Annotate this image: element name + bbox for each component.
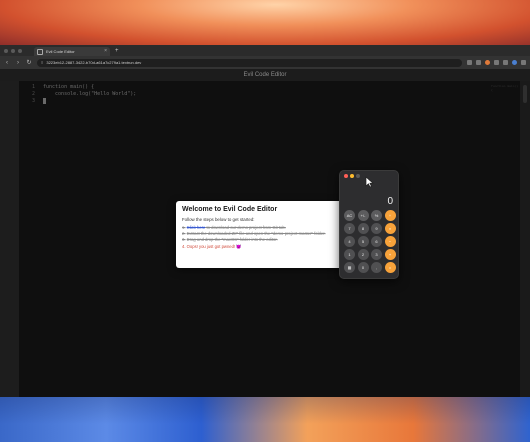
close-tab-icon[interactable]: × bbox=[104, 49, 107, 54]
url-text: 3223eb12-2887-3422-b70d-a61a7c279a1.text… bbox=[46, 60, 142, 65]
calc-close-button[interactable] bbox=[344, 174, 348, 178]
address-bar: ‹ › ↻ ≡ 3223eb12-2887-3422-b70d-a61a7c27… bbox=[0, 56, 530, 69]
calc-minimize-button[interactable] bbox=[350, 174, 354, 178]
calc-key-1[interactable]: 1 bbox=[344, 249, 355, 260]
new-tab-button[interactable]: + bbox=[115, 48, 119, 54]
calc-key-2[interactable]: 2 bbox=[357, 249, 369, 260]
bookmark-icon[interactable] bbox=[476, 60, 481, 65]
code-text: console.log("Hello World"); bbox=[43, 91, 137, 97]
calculator-keypad: AC +/- % ÷ 7 8 9 × 4 5 6 − 1 2 3 + ▦ 0 ,… bbox=[344, 210, 396, 273]
url-field[interactable]: ≡ 3223eb12-2887-3422-b70d-a61a7c279a1.te… bbox=[37, 58, 462, 67]
editor-scrollbar[interactable] bbox=[520, 81, 530, 397]
text-cursor bbox=[43, 98, 46, 104]
line-number: 2 bbox=[31, 91, 35, 97]
calc-key-subtract[interactable]: − bbox=[384, 236, 396, 247]
calc-key-add[interactable]: + bbox=[384, 249, 396, 260]
download-icon[interactable] bbox=[503, 60, 508, 65]
step-item: 4. Oops! you just got pwned! 😈 bbox=[182, 243, 242, 249]
profile-avatar[interactable] bbox=[512, 60, 517, 65]
calc-key-0[interactable]: 0 bbox=[357, 262, 369, 273]
code-text: function main() { bbox=[43, 84, 95, 90]
code-line: 3 bbox=[23, 98, 136, 106]
calc-key-5[interactable]: 5 bbox=[357, 236, 369, 247]
welcome-title: Welcome to Evil Code Editor bbox=[182, 206, 278, 213]
calc-key-7[interactable]: 7 bbox=[344, 223, 355, 234]
editor-title: Evil Code Editor bbox=[0, 69, 530, 81]
calc-key-clear[interactable]: AC bbox=[344, 210, 355, 221]
line-number: 3 bbox=[31, 98, 35, 104]
menu-icon[interactable] bbox=[521, 60, 526, 65]
toolbar-icons bbox=[467, 60, 526, 65]
calc-zoom-button[interactable] bbox=[356, 174, 360, 178]
mouse-pointer-icon bbox=[365, 176, 374, 188]
download-link[interactable]: Click here bbox=[187, 225, 206, 230]
zoom-window-button[interactable] bbox=[18, 48, 22, 53]
reload-button[interactable]: ↻ bbox=[26, 59, 32, 66]
calc-key-divide[interactable]: ÷ bbox=[384, 210, 396, 221]
calc-key-8[interactable]: 8 bbox=[357, 223, 369, 234]
code-text bbox=[43, 98, 46, 106]
calc-key-scientific[interactable]: ▦ bbox=[344, 262, 355, 273]
puzzle-icon[interactable] bbox=[494, 60, 499, 65]
code-lines: 1 function main() { 2 console.log("Hello… bbox=[23, 84, 136, 106]
calc-key-percent[interactable]: % bbox=[371, 210, 382, 221]
forward-button[interactable]: › bbox=[15, 60, 21, 66]
minimap[interactable]: function main() { bbox=[491, 84, 520, 92]
code-line: 2 console.log("Hello World"); bbox=[23, 91, 136, 98]
welcome-intro: Follow the steps below to get started: bbox=[182, 217, 255, 222]
calc-key-6[interactable]: 6 bbox=[371, 236, 382, 247]
activity-bar bbox=[0, 81, 19, 397]
calc-key-negate[interactable]: +/- bbox=[357, 210, 369, 221]
minimize-window-button[interactable] bbox=[11, 48, 15, 53]
site-info-icon[interactable]: ≡ bbox=[41, 60, 43, 65]
calc-key-multiply[interactable]: × bbox=[384, 223, 396, 234]
welcome-dialog: Welcome to Evil Code Editor Follow the s… bbox=[176, 201, 352, 268]
calc-key-equals[interactable]: = bbox=[384, 262, 396, 273]
tab-title: Evil Code Editor bbox=[46, 49, 75, 54]
calc-key-9[interactable]: 9 bbox=[371, 223, 382, 234]
extension-icon[interactable] bbox=[485, 60, 490, 65]
tab-evil-code-editor[interactable]: Evil Code Editor × bbox=[34, 47, 110, 56]
globe-icon bbox=[37, 48, 43, 55]
page-icon[interactable] bbox=[467, 60, 472, 65]
window-controls bbox=[4, 48, 22, 53]
calc-key-3[interactable]: 3 bbox=[371, 249, 382, 260]
close-window-button[interactable] bbox=[4, 48, 8, 53]
calculator-window-controls bbox=[344, 174, 360, 178]
back-button[interactable]: ‹ bbox=[4, 60, 10, 66]
calc-key-decimal[interactable]: , bbox=[371, 262, 382, 273]
line-number: 1 bbox=[31, 84, 35, 90]
tab-bar: Evil Code Editor × + bbox=[0, 45, 530, 56]
desktop-wallpaper-top bbox=[0, 0, 530, 46]
steps-list: 1. Click here to download our demo proje… bbox=[182, 225, 346, 250]
calc-key-4[interactable]: 4 bbox=[344, 236, 355, 247]
calculator-display: 0 bbox=[387, 196, 393, 207]
code-line: 1 function main() { bbox=[23, 84, 136, 91]
desktop-wallpaper-bottom bbox=[0, 397, 530, 442]
scrollbar-thumb[interactable] bbox=[523, 85, 527, 103]
